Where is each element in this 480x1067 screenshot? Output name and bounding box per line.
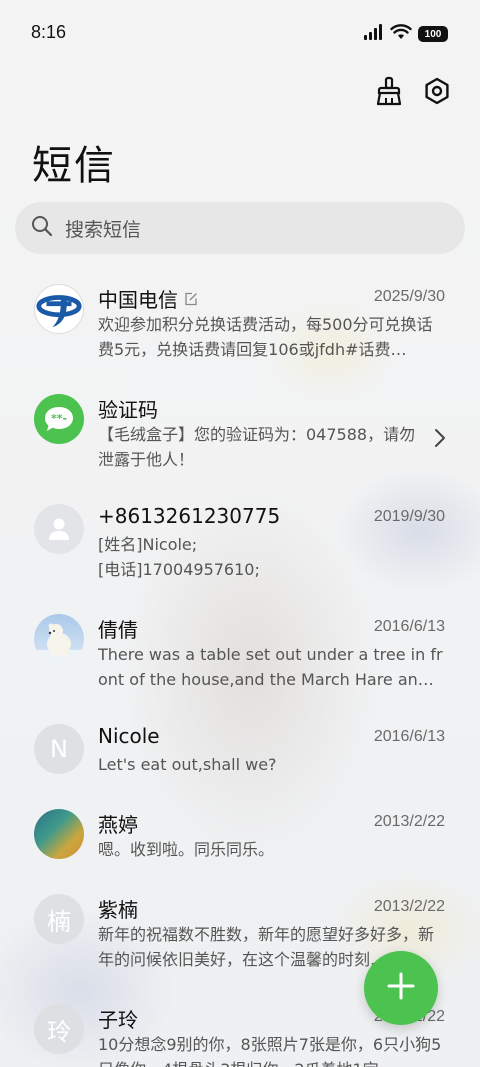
contact-name: +8613261230775 — [98, 504, 281, 528]
battery-indicator: 100 — [418, 26, 448, 42]
settings-button[interactable] — [422, 77, 452, 109]
edit-icon — [184, 287, 198, 311]
message-date: 2013/2/22 — [373, 813, 445, 830]
message-preview: 欢迎参加积分兑换话费活动，每500分可兑换话费5元，兑换话费请回复106或jfd… — [98, 315, 433, 359]
conversation-item[interactable]: 倩倩 2016/6/13 There was a table set out u… — [0, 600, 480, 710]
contact-name: 燕婷 — [98, 813, 138, 837]
landscape-photo — [34, 809, 84, 859]
new-message-button[interactable] — [364, 951, 438, 1025]
avatar-letter: N — [34, 724, 84, 774]
signal-icon — [364, 24, 384, 44]
contact-name: 中国电信 — [98, 288, 178, 312]
contact-name: 子玲 — [98, 1008, 138, 1032]
gear-icon — [423, 77, 451, 109]
message-date: 2019/9/30 — [373, 508, 445, 525]
contact-name: 紫楠 — [98, 898, 138, 922]
search-icon — [31, 215, 53, 241]
plus-icon — [386, 971, 416, 1005]
message-preview: [姓名]Nicole; [电话]17004957610; — [98, 535, 260, 579]
status-bar: 8:16 100 — [0, 0, 480, 68]
conversation-item[interactable]: **- 验证码 【毛绒盒子】您的验证码为：047588，请勿泄露于他人！ — [0, 380, 480, 490]
status-time: 8:16 — [31, 22, 67, 42]
search-bar[interactable]: 搜索短信 — [15, 202, 465, 254]
clean-button[interactable] — [374, 76, 404, 110]
verification-code-icon: **- — [34, 394, 84, 444]
message-date: 2013/2/22 — [373, 898, 445, 915]
contact-name: Nicole — [98, 724, 160, 748]
message-preview: Let's eat out,shall we? — [98, 755, 277, 774]
message-date: 2016/6/13 — [373, 618, 445, 635]
svg-text:**-: **- — [51, 412, 67, 425]
wifi-icon — [390, 24, 412, 44]
contact-name: 验证码 — [98, 398, 158, 422]
avatar-letter: 楠 — [34, 894, 84, 944]
message-date: 2016/6/13 — [373, 728, 445, 745]
message-date: 2025/9/30 — [373, 288, 445, 305]
broom-icon — [375, 76, 403, 110]
page-title: 短信 — [32, 143, 116, 189]
china-telecom-logo — [34, 284, 84, 334]
avatar-letter: 玲 — [34, 1004, 84, 1054]
contact-name: 倩倩 — [98, 618, 138, 642]
message-preview: 嗯。收到啦。同乐同乐。 — [98, 840, 275, 859]
conversation-item[interactable]: 中国电信 2025/9/30 欢迎参加积分兑换话费活动，每500分可兑换话费5元… — [0, 270, 480, 380]
chevron-right-icon[interactable] — [434, 428, 446, 452]
polar-bear-photo — [34, 614, 84, 664]
message-preview: There was a table set out under a tree i… — [98, 645, 443, 689]
message-preview: 10分想念9别的你，8张照片7张是你，6只小狗5只像你，4根骨头3根归你，2爪着… — [98, 1035, 442, 1067]
message-preview: 【毛绒盒子】您的验证码为：047588，请勿泄露于他人！ — [98, 425, 416, 469]
person-icon — [34, 504, 84, 554]
search-placeholder: 搜索短信 — [65, 218, 142, 241]
conversation-item[interactable]: +8613261230775 2019/9/30 [姓名]Nicole; [电话… — [0, 490, 480, 600]
